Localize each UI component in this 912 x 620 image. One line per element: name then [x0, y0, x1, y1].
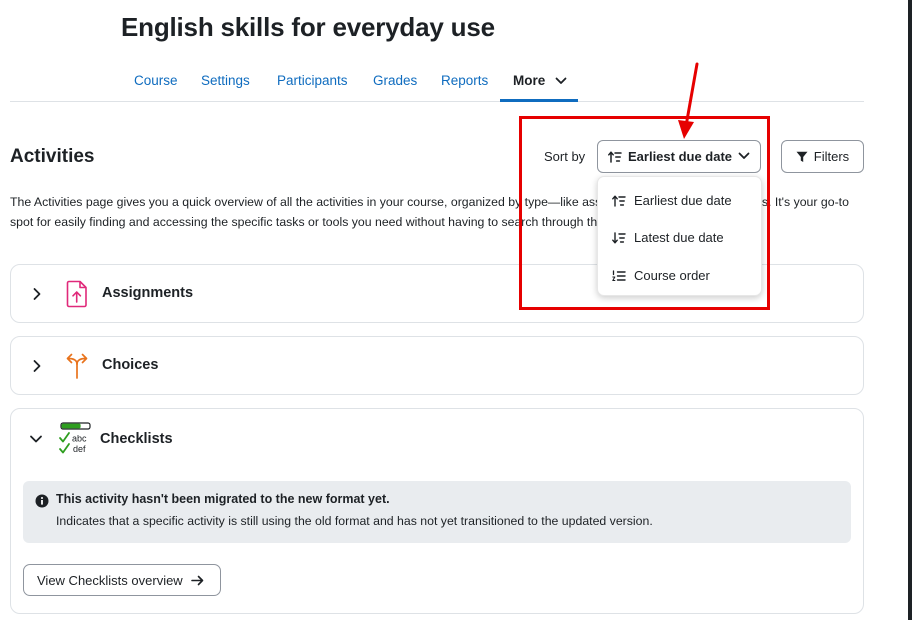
tab-participants[interactable]: Participants	[277, 73, 348, 88]
chevron-right-icon[interactable]	[31, 287, 43, 301]
view-overview-label: View Checklists overview	[37, 572, 183, 588]
chevron-right-icon[interactable]	[31, 359, 43, 373]
page-title: English skills for everyday use	[121, 12, 495, 42]
section-title-choices[interactable]: Choices	[102, 357, 158, 373]
choice-icon	[66, 353, 88, 379]
window-edge	[908, 0, 912, 620]
active-tab-indicator	[500, 99, 578, 102]
filters-label: Filters	[813, 149, 850, 164]
section-card-checklists: abc def Checklists This activity hasn't …	[10, 408, 864, 614]
assignment-icon	[66, 280, 87, 308]
checklist-icon: abc def	[59, 422, 91, 454]
checklist-icon-line2: def	[73, 444, 86, 454]
tab-grades[interactable]: Grades	[373, 73, 417, 88]
tab-reports[interactable]: Reports	[441, 73, 488, 88]
activities-heading: Activities	[10, 146, 95, 167]
notice-body: Indicates that a specific activity is st…	[56, 514, 653, 528]
migration-notice: This activity hasn't been migrated to th…	[23, 481, 851, 543]
section-card-choices: Choices	[10, 336, 864, 395]
arrow-right-icon	[190, 575, 204, 585]
section-title-assignments[interactable]: Assignments	[102, 285, 193, 301]
tab-settings[interactable]: Settings	[201, 73, 250, 88]
course-secondary-nav: Course Settings Participants Grades Repo…	[10, 62, 864, 102]
checklist-icon-line1: abc	[72, 434, 87, 444]
activities-page: English skills for everyday use Course S…	[0, 0, 912, 620]
filters-button[interactable]: Filters	[781, 140, 864, 173]
tab-course[interactable]: Course	[134, 73, 178, 88]
filter-icon	[796, 151, 808, 162]
notice-title: This activity hasn't been migrated to th…	[56, 492, 390, 506]
section-title-checklists[interactable]: Checklists	[100, 431, 173, 447]
view-checklists-overview-button[interactable]: View Checklists overview	[23, 564, 221, 596]
tab-more[interactable]: More	[513, 73, 567, 88]
info-icon	[35, 494, 49, 508]
chevron-down-icon[interactable]	[29, 433, 43, 445]
tab-more-label: More	[513, 73, 546, 88]
annotation-highlight-box	[519, 116, 770, 310]
chevron-down-icon	[555, 78, 567, 85]
